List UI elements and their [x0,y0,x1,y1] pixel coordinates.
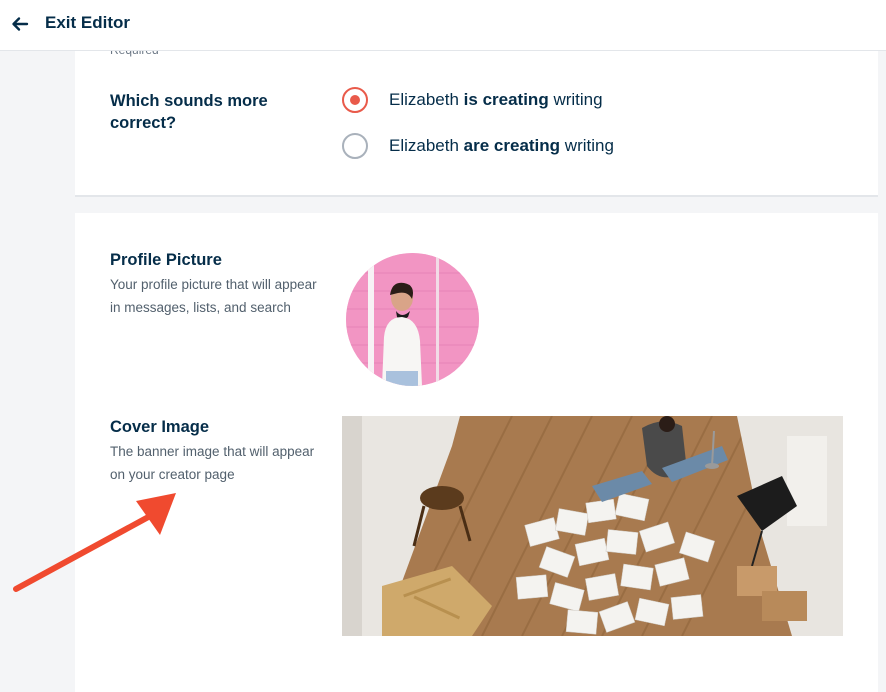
top-bar: Exit Editor [0,0,886,51]
radio-option-label: Elizabeth are creating writing [389,136,614,155]
arrow-left-icon[interactable] [11,15,29,33]
grammar-question: Which sounds more correct? [110,92,268,132]
radio-button-selected[interactable] [342,87,368,113]
cover-image-title: Cover Image [110,418,210,436]
exit-editor-button[interactable]: Exit Editor [45,13,130,33]
images-card: Profile Picture Your profile picture tha… [75,213,878,692]
radio-option-are-creating[interactable]: Elizabeth are creating writing [342,133,614,159]
radio-option-is-creating[interactable]: Elizabeth is creating writing [342,87,603,113]
annotation-arrow-icon [13,493,176,592]
cover-image-description: The banner image that will appear on you… [110,444,315,482]
profile-picture-description: Your profile picture that will appear in… [110,277,317,315]
grammar-card: Required Which sounds more correct? Eliz… [75,43,878,197]
cover-image[interactable] [342,416,843,636]
radio-button-unselected[interactable] [342,133,368,159]
profile-picture-title: Profile Picture [110,251,222,269]
profile-picture-image[interactable] [346,253,479,386]
radio-option-label: Elizabeth is creating writing [389,90,603,109]
